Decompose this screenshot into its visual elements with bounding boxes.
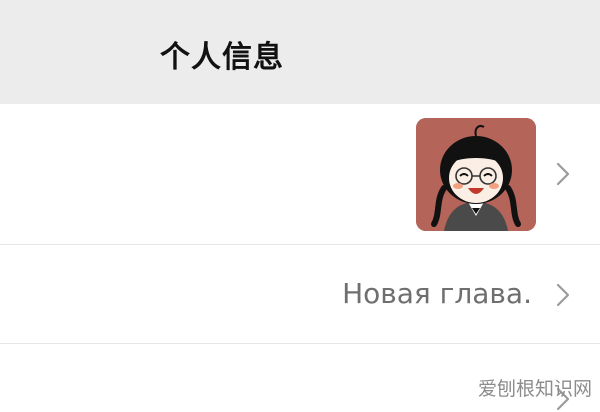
avatar-illustration (416, 118, 536, 231)
chevron-right-icon (556, 162, 570, 186)
watermark: 爱刨根知识网 (477, 378, 592, 400)
profile-row-avatar[interactable] (0, 104, 600, 244)
chevron-right-icon (556, 283, 570, 307)
navigation-bar: 个人信息 (0, 0, 600, 104)
avatar[interactable] (416, 118, 536, 231)
page-title: 个人信息 (160, 40, 284, 75)
profile-row-name[interactable]: Новая глава. (0, 245, 600, 343)
name-value: Новая глава. (342, 277, 532, 310)
